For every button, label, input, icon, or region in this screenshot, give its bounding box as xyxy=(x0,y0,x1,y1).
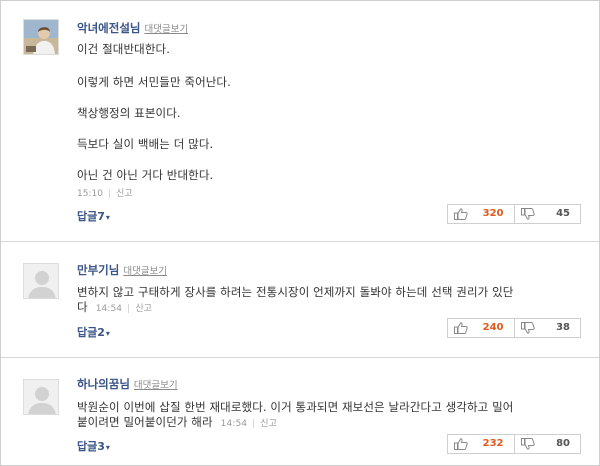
like-button[interactable]: 232 xyxy=(448,435,514,453)
comment-author[interactable]: 하나의꿈님 대댓글보기 xyxy=(77,376,178,392)
comment-time: 14:54 xyxy=(220,419,248,429)
comment-meta: 15:10 | 신고 xyxy=(77,186,133,199)
like-count: 240 xyxy=(482,322,504,333)
comment-text-line: 아닌 건 아닌 거다 반대한다. xyxy=(77,168,214,182)
like-count: 232 xyxy=(482,438,504,449)
default-user-icon xyxy=(24,380,58,414)
thumbs-up-icon xyxy=(454,322,468,334)
thumbs-up-icon xyxy=(454,208,468,220)
report-link[interactable]: 신고 xyxy=(260,419,277,429)
comment-text-line: 책상행정의 표본이다. xyxy=(77,106,181,120)
avatar[interactable] xyxy=(23,263,59,299)
comment-list: 악녀에전설님 대댓글보기 이건 절대반대한다. 이렇게 하면 서민들만 죽어난다.… xyxy=(0,0,600,466)
dislike-count: 45 xyxy=(556,208,570,219)
comment-text-line: 변하지 않고 구태하게 장사를 하려는 전통시장이 언제까지 돌봐야 하는데 선… xyxy=(77,285,514,299)
view-replies-link[interactable]: 대댓글보기 xyxy=(123,266,167,277)
avatar[interactable] xyxy=(23,379,59,415)
dislike-button[interactable]: 38 xyxy=(513,319,581,337)
caret-down-icon: ▾ xyxy=(105,329,110,338)
caret-down-icon: ▾ xyxy=(105,213,110,222)
replies-toggle[interactable]: 답글3▾ xyxy=(77,438,110,454)
like-button[interactable]: 320 xyxy=(448,205,514,223)
vote-box: 320 45 xyxy=(447,204,581,224)
dislike-count: 38 xyxy=(556,322,570,333)
replies-toggle[interactable]: 답글2▾ xyxy=(77,324,110,340)
comment-author[interactable]: 악녀에전설님 대댓글보기 xyxy=(77,20,188,36)
replies-toggle[interactable]: 답글7▾ xyxy=(77,208,110,224)
comment-text-line: 박원순이 이번에 삽질 한번 재대로했다. 이거 통과되면 재보선은 날라간다고… xyxy=(77,400,514,414)
caret-down-icon: ▾ xyxy=(105,443,110,452)
comment-text-line: 붙이려면 밀어붙이던가 해라 14:54 | 신고 xyxy=(77,415,278,429)
comment-text-line: 이건 절대반대한다. xyxy=(77,42,170,56)
thumbs-up-icon xyxy=(454,438,468,450)
comment-text-line: 득보다 실이 백배는 더 많다. xyxy=(77,137,214,151)
comment-author[interactable]: 만부기님 대댓글보기 xyxy=(77,262,167,278)
like-count: 320 xyxy=(482,208,504,219)
report-link[interactable]: 신고 xyxy=(116,189,133,199)
meta-divider: | xyxy=(107,189,111,199)
dislike-count: 80 xyxy=(556,438,570,449)
comment-text-line: 다 14:54 | 신고 xyxy=(77,300,153,314)
thumbs-down-icon xyxy=(520,208,535,220)
vote-box: 240 38 xyxy=(447,318,581,338)
report-link[interactable]: 신고 xyxy=(135,304,152,314)
divider xyxy=(1,241,599,242)
user-photo-icon xyxy=(24,20,58,54)
comment-text-line: 이렇게 하면 서민들만 죽어난다. xyxy=(77,75,231,89)
view-replies-link[interactable]: 대댓글보기 xyxy=(144,24,188,35)
view-replies-link[interactable]: 대댓글보기 xyxy=(134,380,178,391)
comment-time: 15:10 xyxy=(77,189,103,199)
divider xyxy=(1,357,599,358)
default-user-icon xyxy=(24,264,58,298)
dislike-button[interactable]: 45 xyxy=(513,205,581,223)
comment-meta: 14:54 | 신고 xyxy=(96,304,152,314)
meta-divider: | xyxy=(127,304,131,314)
vote-box: 232 80 xyxy=(447,434,581,454)
thumbs-down-icon xyxy=(520,322,535,334)
comment-time: 14:54 xyxy=(95,304,123,314)
meta-divider: | xyxy=(252,419,256,429)
avatar[interactable] xyxy=(23,19,59,55)
comment-meta: 14:54 | 신고 xyxy=(221,419,277,429)
like-button[interactable]: 240 xyxy=(448,319,514,337)
thumbs-down-icon xyxy=(520,438,535,450)
dislike-button[interactable]: 80 xyxy=(513,435,581,453)
